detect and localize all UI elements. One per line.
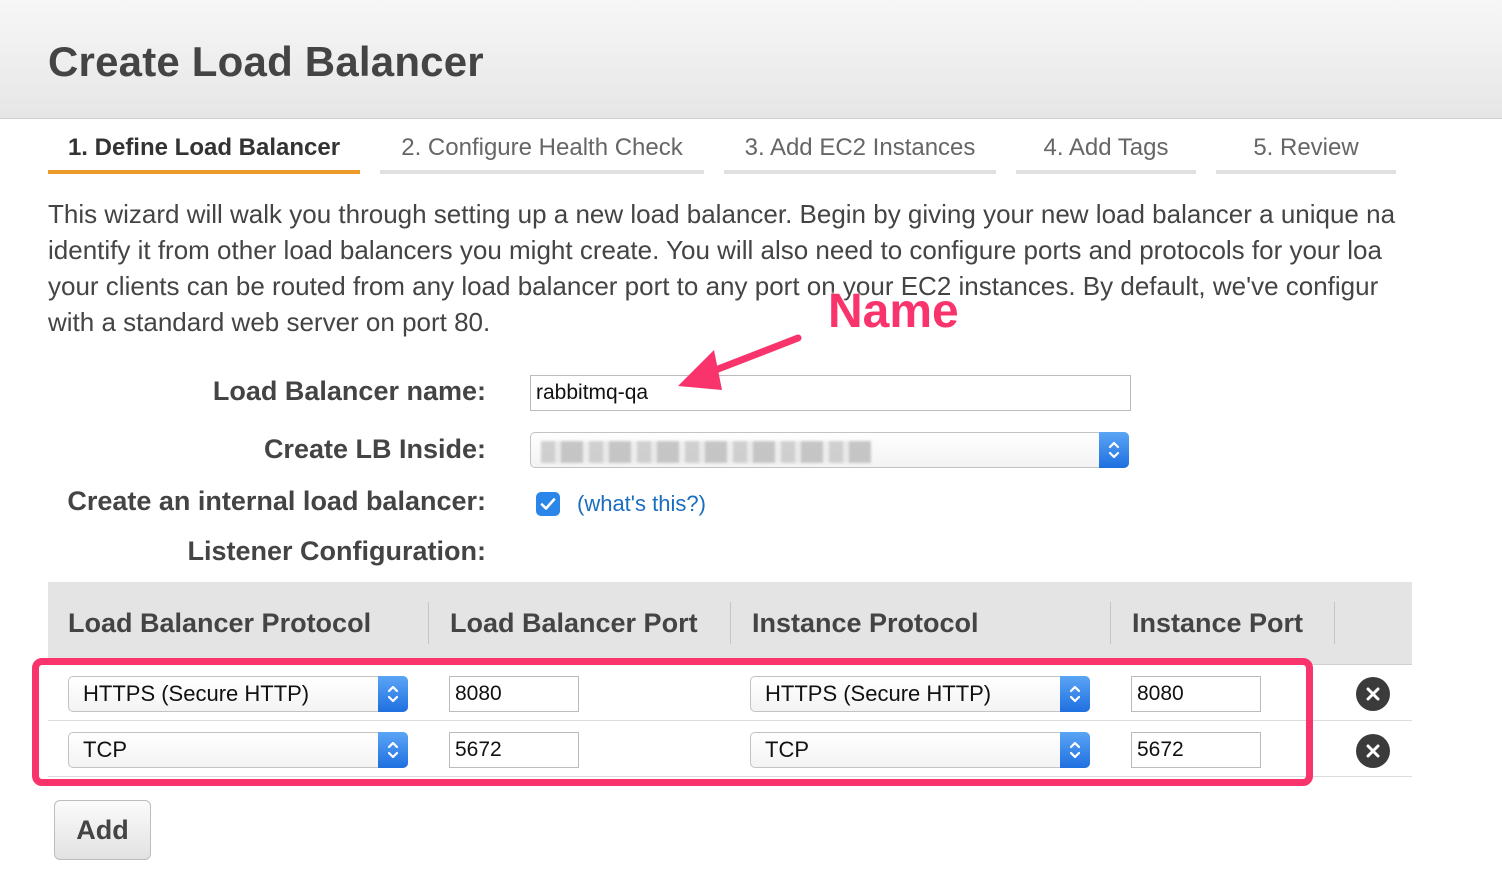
instance-protocol-value: TCP <box>765 737 809 762</box>
column-header-instance-protocol: Instance Protocol <box>752 608 979 638</box>
intro-line: your clients can be routed from any load… <box>48 271 1379 301</box>
column-header-lb-port: Load Balancer Port <box>450 608 698 638</box>
lb-port-input[interactable] <box>449 732 579 768</box>
whats-this-link[interactable]: (what's this?) <box>577 491 706 517</box>
remove-listener-button[interactable] <box>1356 734 1390 768</box>
intro-text: This wizard will walk you through settin… <box>48 196 1502 340</box>
tab-review[interactable]: 5. Review <box>1216 132 1396 174</box>
intro-line: This wizard will walk you through settin… <box>48 199 1396 229</box>
select-arrows-icon <box>378 676 408 712</box>
column-divider <box>1110 602 1111 644</box>
lb-protocol-select[interactable]: HTTPS (Secure HTTP) <box>68 676 408 712</box>
lb-protocol-value: HTTPS (Secure HTTP) <box>83 681 310 706</box>
add-listener-button[interactable]: Add <box>54 800 151 860</box>
tab-add-tags[interactable]: 4. Add Tags <box>1016 132 1196 174</box>
intro-line: with a standard web server on port 80. <box>48 307 491 337</box>
tab-define-load-balancer[interactable]: 1. Define Load Balancer <box>48 132 360 174</box>
remove-listener-button[interactable] <box>1356 677 1390 711</box>
load-balancer-name-label: Load Balancer name: <box>212 376 486 406</box>
instance-port-input[interactable] <box>1131 676 1261 712</box>
name-annotation: Name <box>828 285 959 338</box>
lb-protocol-select[interactable]: TCP <box>68 732 408 768</box>
lb-port-input[interactable] <box>449 676 579 712</box>
column-divider <box>1334 602 1335 644</box>
close-icon <box>1366 687 1380 701</box>
instance-port-input[interactable] <box>1131 732 1261 768</box>
page-title: Create Load Balancer <box>48 38 484 85</box>
listener-table-header: Load Balancer Protocol Load Balancer Por… <box>48 582 1412 665</box>
select-arrows-icon <box>1060 676 1090 712</box>
tab-configure-health-check[interactable]: 2. Configure Health Check <box>380 132 704 174</box>
checkmark-icon <box>540 498 556 510</box>
internal-load-balancer-label: Create an internal load balancer: <box>67 486 486 516</box>
listener-configuration-label: Listener Configuration: <box>187 536 487 566</box>
create-lb-inside-select[interactable] <box>530 432 1129 468</box>
create-lb-inside-label: Create LB Inside: <box>263 434 486 464</box>
column-divider <box>730 602 731 644</box>
instance-protocol-value: HTTPS (Secure HTTP) <box>765 681 992 706</box>
instance-protocol-select[interactable]: HTTPS (Secure HTTP) <box>750 676 1090 712</box>
column-header-instance-port: Instance Port <box>1132 608 1304 638</box>
select-arrows-icon <box>1099 432 1129 468</box>
row-divider <box>48 720 1412 721</box>
intro-line: identify it from other load balancers yo… <box>48 235 1382 265</box>
column-divider <box>428 602 429 644</box>
tab-add-ec2-instances[interactable]: 3. Add EC2 Instances <box>724 132 996 174</box>
row-divider <box>48 776 1412 777</box>
load-balancer-name-input[interactable] <box>530 375 1131 411</box>
redacted-value <box>541 441 871 463</box>
instance-protocol-select[interactable]: TCP <box>750 732 1090 768</box>
select-arrows-icon <box>378 732 408 768</box>
internal-load-balancer-checkbox[interactable] <box>536 492 560 516</box>
select-arrows-icon <box>1060 732 1090 768</box>
lb-protocol-value: TCP <box>83 737 127 762</box>
page-header: Create Load Balancer <box>0 0 1502 119</box>
column-header-lb-protocol: Load Balancer Protocol <box>68 608 372 638</box>
close-icon <box>1366 744 1380 758</box>
